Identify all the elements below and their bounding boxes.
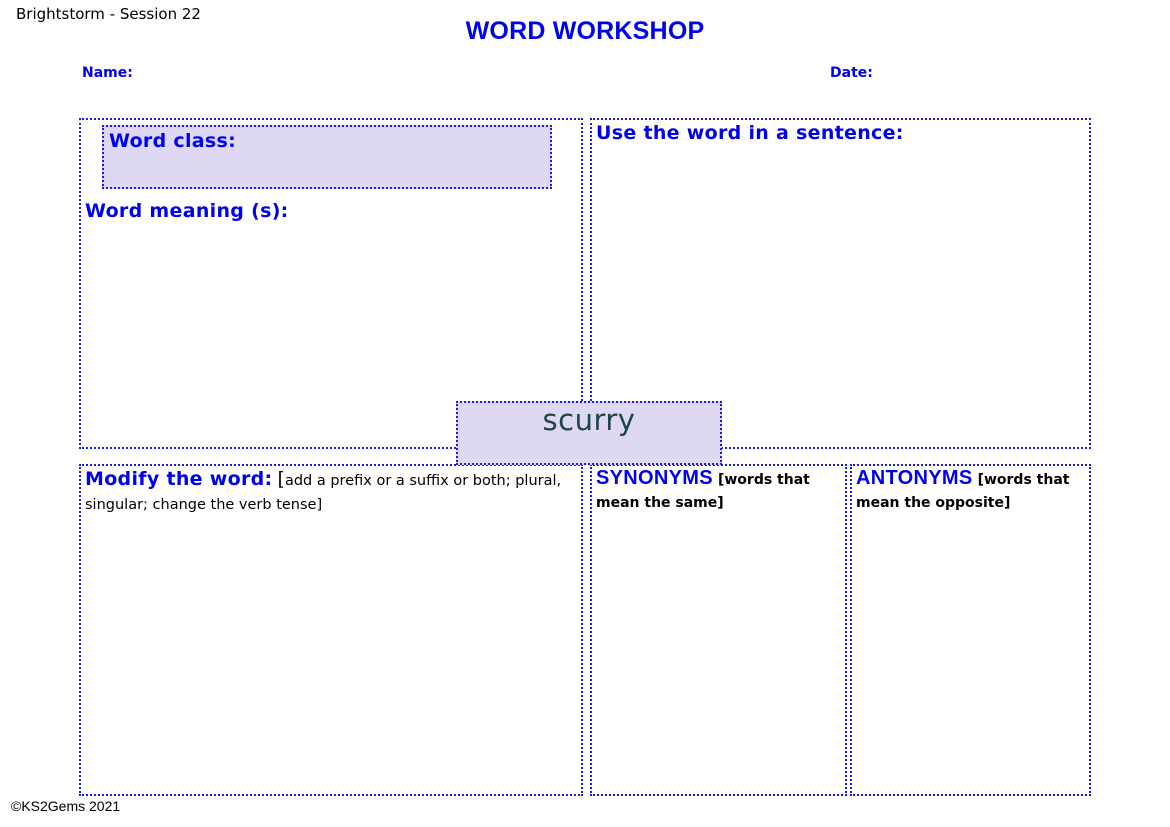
antonyms-heading-block: ANTONYMS [words that mean the opposite] — [856, 467, 1086, 515]
antonyms-box[interactable]: ANTONYMS [words that mean the opposite] — [850, 464, 1091, 796]
date-label: Date: — [830, 65, 873, 81]
sentence-box[interactable]: Use the word in a sentence: — [590, 118, 1091, 449]
name-label: Name: — [82, 65, 133, 81]
modify-heading: Modify the word: — [85, 468, 273, 490]
modify-heading-block: Modify the word: [add a prefix or a suff… — [85, 467, 575, 517]
synonyms-box[interactable]: SYNONYMS [words that mean the same] — [590, 464, 847, 796]
target-word-box: scurry — [456, 401, 722, 465]
word-class-heading: Word class: — [109, 130, 237, 152]
synonyms-heading: SYNONYMS — [596, 467, 713, 489]
antonyms-heading: ANTONYMS — [856, 467, 973, 489]
modify-hint-bracket: [ — [277, 468, 285, 490]
target-word: scurry — [542, 403, 636, 437]
synonyms-heading-block: SYNONYMS [words that mean the same] — [596, 467, 841, 515]
page-title: WORD WORKSHOP — [465, 17, 705, 45]
sentence-heading: Use the word in a sentence: — [596, 122, 904, 144]
copyright: ©KS2Gems 2021 — [11, 798, 121, 814]
modify-box[interactable]: Modify the word: [add a prefix or a suff… — [79, 464, 583, 796]
word-meaning-heading: Word meaning (s): — [85, 200, 289, 222]
word-class-box[interactable]: Word class: — [102, 125, 552, 189]
